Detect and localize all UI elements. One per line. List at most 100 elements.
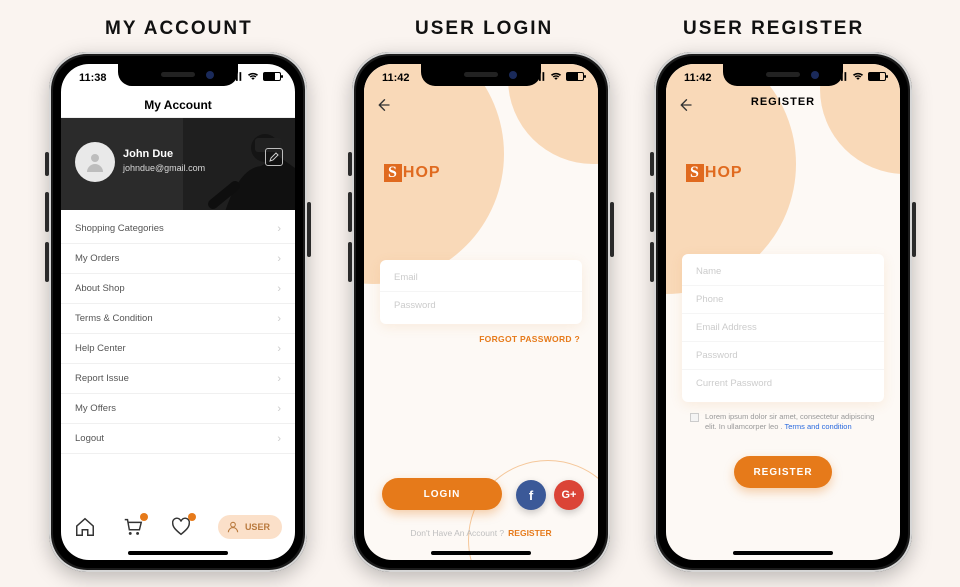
google-plus-icon: G+ (562, 489, 577, 501)
wifi-icon (852, 72, 864, 81)
tab-home[interactable] (74, 516, 96, 538)
side-button (610, 202, 614, 257)
side-button (45, 152, 49, 176)
chevron-right-icon: › (277, 424, 281, 454)
top-bar: REGISTER (666, 92, 900, 118)
google-login-button[interactable]: G+ (554, 480, 584, 510)
phone-account: 11:38 My Account John Due johndue@gmail.… (49, 52, 307, 572)
bottom-tabbar: USER (61, 506, 295, 548)
phone-register: 11:42 REGISTER SHOP Name Phone Email Add… (654, 52, 912, 572)
side-button (307, 202, 311, 257)
wifi-icon (247, 72, 259, 81)
side-button (650, 242, 654, 282)
page-title: My Account (61, 92, 295, 118)
register-button[interactable]: REGISTER (734, 456, 832, 488)
register-form: Name Phone Email Address Password Curren… (682, 254, 884, 402)
tab-user-label: USER (245, 522, 270, 532)
screen: 11:38 My Account John Due johndue@gmail.… (61, 64, 295, 560)
menu-label: Help Center (75, 334, 126, 364)
register-link[interactable]: REGISTER (508, 528, 551, 538)
cart-badge (140, 513, 148, 521)
chevron-right-icon: › (277, 394, 281, 424)
edit-profile-button[interactable] (265, 148, 283, 166)
chevron-right-icon: › (277, 214, 281, 244)
menu-label: Terms & Condition (75, 304, 153, 334)
current-password-field[interactable]: Current Password (682, 370, 884, 398)
side-button (650, 192, 654, 232)
tab-wishlist[interactable] (170, 516, 192, 538)
side-button (348, 242, 352, 282)
battery-icon (566, 72, 584, 81)
facebook-login-button[interactable]: f (516, 480, 546, 510)
password-field[interactable]: Password (380, 292, 582, 320)
user-email: johndue@gmail.com (123, 163, 205, 173)
email-field[interactable]: Email Address (682, 314, 884, 342)
password-field[interactable]: Password (682, 342, 884, 370)
terms-link[interactable]: Terms and condition (785, 422, 852, 431)
menu-item-logout[interactable]: Logout › (61, 424, 295, 454)
home-indicator (128, 551, 228, 555)
user-name: John Due (123, 148, 173, 160)
avatar[interactable] (75, 142, 115, 182)
login-form: Email Password (380, 260, 582, 324)
register-prompt: Don't Have An Account ? REGISTER (364, 528, 598, 538)
menu-label: My Orders (75, 244, 119, 274)
facebook-icon: f (529, 488, 533, 503)
home-indicator (431, 551, 531, 555)
menu-item-report-issue[interactable]: Report Issue › (61, 364, 295, 394)
login-button[interactable]: LOGIN (382, 478, 502, 510)
email-field[interactable]: Email (380, 264, 582, 292)
phone-field[interactable]: Phone (682, 286, 884, 314)
tab-cart[interactable] (122, 516, 144, 538)
pencil-icon (269, 152, 279, 162)
chevron-right-icon: › (277, 364, 281, 394)
menu-item-about-shop[interactable]: About Shop › (61, 274, 295, 304)
menu-item-shopping-categories[interactable]: Shopping Categories› (61, 214, 295, 244)
chevron-right-icon: › (277, 244, 281, 274)
menu-label: About Shop (75, 274, 125, 304)
decor-circle-outline (468, 460, 598, 560)
screen: 11:42 SHOP Email Password FORGOT PASSWOR… (364, 64, 598, 560)
user-icon (226, 520, 240, 534)
tab-user[interactable]: USER (218, 515, 282, 539)
name-field[interactable]: Name (682, 258, 884, 286)
account-menu: Shopping Categories› My Orders › About Sh… (61, 214, 295, 454)
status-time: 11:42 (684, 72, 712, 84)
notch (118, 64, 238, 86)
battery-icon (868, 72, 886, 81)
terms-checkbox[interactable] (690, 413, 699, 422)
section-title-account: MY ACCOUNT (105, 18, 253, 40)
menu-item-my-offers[interactable]: My Offers › (61, 394, 295, 424)
chevron-right-icon: › (277, 274, 281, 304)
notch (723, 64, 843, 86)
wishlist-badge (188, 513, 196, 521)
shop-logo: SHOP (686, 164, 743, 182)
side-button (348, 152, 352, 176)
menu-label: Report Issue (75, 364, 129, 394)
terms-row: Lorem ipsum dolor sir amet, consectetur … (690, 412, 880, 432)
page-title: REGISTER (666, 96, 900, 108)
phone-login: 11:42 SHOP Email Password FORGOT PASSWOR… (352, 52, 610, 572)
shop-logo: SHOP (384, 164, 441, 182)
logo-rest: HOP (705, 164, 743, 181)
side-button (45, 242, 49, 282)
menu-label: My Offers (75, 394, 116, 424)
chevron-right-icon: › (277, 334, 281, 364)
side-button (45, 192, 49, 232)
avatar-icon (83, 150, 107, 174)
home-icon (74, 516, 96, 538)
logo-s: S (384, 164, 402, 182)
logo-s: S (686, 164, 704, 182)
register-prompt-text: Don't Have An Account ? (410, 528, 504, 538)
menu-item-terms-condition[interactable]: Terms & Condition› (61, 304, 295, 334)
battery-icon (263, 72, 281, 81)
side-button (348, 192, 352, 232)
notch (421, 64, 541, 86)
forgot-password-link[interactable]: FORGOT PASSWORD ? (479, 334, 580, 344)
menu-item-help-center[interactable]: Help Center › (61, 334, 295, 364)
menu-label: Logout (75, 424, 104, 454)
status-time: 11:42 (382, 72, 410, 84)
menu-item-my-orders[interactable]: My Orders › (61, 244, 295, 274)
logo-rest: HOP (403, 164, 441, 181)
back-button[interactable] (374, 96, 392, 114)
